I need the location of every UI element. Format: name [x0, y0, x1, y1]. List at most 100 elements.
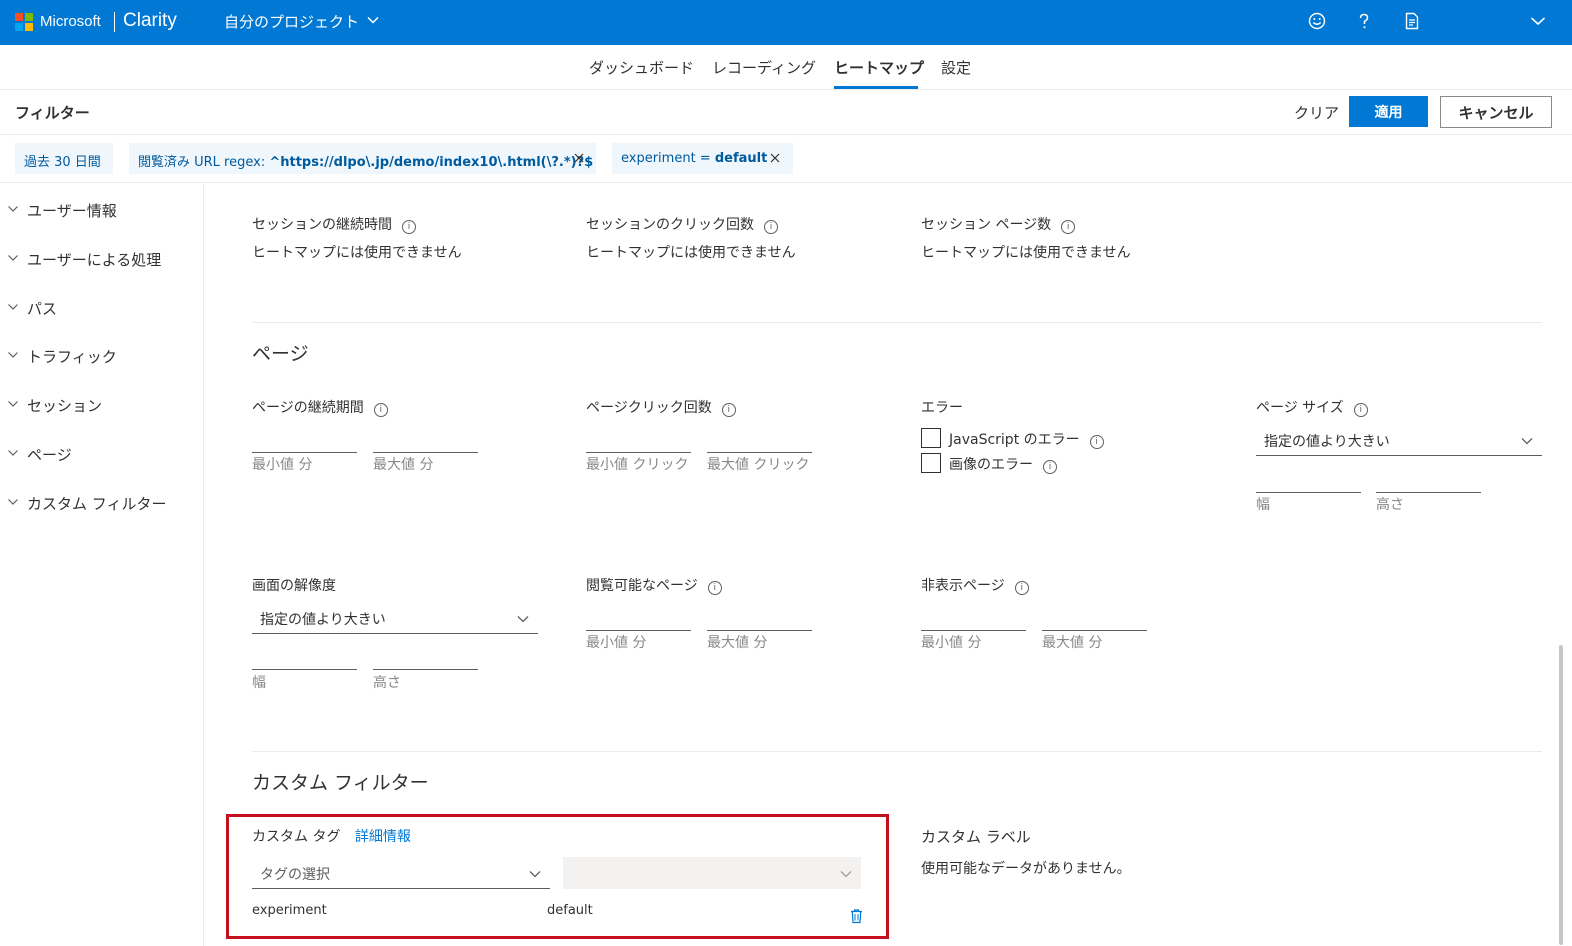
- height-hint: 高さ: [1376, 497, 1404, 513]
- chip-value: default: [714, 151, 768, 166]
- clear-button[interactable]: クリア: [1294, 102, 1339, 123]
- sidebar-item-path[interactable]: パス: [7, 298, 57, 319]
- chip-label: experiment =: [621, 151, 715, 166]
- sidebar-item-session[interactable]: セッション: [7, 395, 102, 416]
- chevron-down-icon: [1521, 438, 1533, 445]
- section-divider: [252, 751, 1542, 752]
- session-pages-value: ヒートマップには使用できません: [921, 245, 1131, 261]
- min-clicks-hint: 最小値 クリック: [586, 457, 689, 473]
- chip-label: 過去 30 日間: [24, 155, 101, 170]
- info-icon[interactable]: i: [1061, 220, 1076, 234]
- active-tab-indicator: [834, 86, 918, 89]
- help-icon[interactable]: [1354, 11, 1374, 31]
- info-icon[interactable]: i: [1089, 435, 1104, 449]
- close-icon[interactable]: [572, 151, 586, 165]
- info-icon[interactable]: i: [373, 403, 388, 417]
- project-selector[interactable]: 自分のプロジェクト: [224, 11, 359, 32]
- sidebar-item-label: ユーザーによる処理: [27, 251, 162, 269]
- page-size-label: ページ サイズ i: [1256, 397, 1368, 417]
- info-icon[interactable]: i: [1043, 460, 1057, 474]
- top-app-bar: Microsoft Clarity 自分のプロジェクト: [0, 0, 1572, 45]
- page-duration-min-input[interactable]: [252, 452, 357, 453]
- errors-label: エラー: [921, 400, 963, 416]
- min-minutes-hint: 最小値 分: [252, 457, 313, 473]
- chevron-down-icon: [8, 401, 18, 407]
- session-duration-value: ヒートマップには使用できません: [252, 245, 462, 261]
- tag-key: experiment: [252, 903, 327, 918]
- page-clicks-label: ページクリック回数 i: [586, 397, 736, 417]
- page-size-width-input[interactable]: [1256, 492, 1361, 493]
- tag-value-dropdown: [563, 857, 861, 889]
- session-clicks-value: ヒートマップには使用できません: [586, 245, 796, 261]
- brand-product[interactable]: Clarity: [123, 10, 177, 32]
- page-size-height-input[interactable]: [1376, 492, 1481, 493]
- no-data-message: 使用可能なデータがありません。: [921, 861, 1131, 877]
- dropdown-value: 指定の値より大きい: [260, 612, 386, 628]
- visible-page-label: 閲覧可能なページ i: [586, 575, 722, 595]
- chevron-down-icon[interactable]: [1528, 11, 1548, 31]
- image-error-label: 画像のエラー i: [949, 454, 1057, 474]
- hidden-page-min-input[interactable]: [921, 630, 1026, 631]
- date-range-chip[interactable]: 過去 30 日間: [15, 143, 113, 174]
- page-duration-max-input[interactable]: [373, 452, 478, 453]
- trash-icon[interactable]: [849, 908, 864, 924]
- chevron-down-icon: [8, 499, 18, 505]
- max-minutes-hint: 最大値 分: [373, 457, 434, 473]
- tab-settings[interactable]: 設定: [941, 57, 971, 78]
- smiley-icon[interactable]: [1307, 11, 1327, 31]
- resolution-width-input[interactable]: [252, 669, 357, 670]
- tag-value: default: [547, 903, 593, 918]
- js-error-label: JavaScript のエラー i: [949, 429, 1104, 449]
- chevron-down-icon: [8, 206, 18, 212]
- sidebar-item-custom-filter[interactable]: カスタム フィルター: [7, 493, 166, 514]
- hidden-page-max-input[interactable]: [1042, 630, 1147, 631]
- close-icon[interactable]: [768, 151, 782, 165]
- info-icon[interactable]: i: [707, 581, 722, 595]
- custom-tag-label: カスタム タグ 詳細情報: [252, 829, 411, 845]
- apply-button[interactable]: 適用: [1349, 96, 1428, 127]
- sidebar-item-traffic[interactable]: トラフィック: [7, 346, 117, 367]
- chevron-down-icon: [517, 616, 529, 623]
- dropdown-value: 指定の値より大きい: [1264, 434, 1390, 450]
- experiment-filter-chip[interactable]: experiment = default: [612, 143, 793, 174]
- page-clicks-min-input[interactable]: [586, 452, 691, 453]
- max-minutes-hint: 最大値 分: [1042, 635, 1103, 651]
- chip-label: 閲覧済み URL regex:: [138, 155, 270, 170]
- info-icon[interactable]: i: [1014, 581, 1029, 595]
- visible-page-max-input[interactable]: [707, 630, 812, 631]
- sidebar-item-user-info[interactable]: ユーザー情報: [7, 200, 117, 221]
- min-minutes-hint: 最小値 分: [586, 635, 647, 651]
- document-icon[interactable]: [1402, 11, 1422, 31]
- chevron-down-icon: [8, 352, 18, 358]
- sidebar-item-label: パス: [27, 300, 58, 318]
- cancel-button[interactable]: キャンセル: [1440, 96, 1552, 128]
- page-clicks-max-input[interactable]: [707, 452, 812, 453]
- info-icon[interactable]: i: [721, 403, 736, 417]
- tab-recordings[interactable]: レコーディング: [712, 57, 816, 78]
- microsoft-logo-icon: [15, 13, 33, 31]
- custom-label-title: カスタム ラベル: [921, 828, 1031, 846]
- scrollbar-thumb[interactable]: [1559, 645, 1563, 945]
- more-info-link[interactable]: 詳細情報: [355, 829, 411, 845]
- filter-sidebar: ユーザー情報 ユーザーによる処理 パス トラフィック セッション ページ カスタ…: [0, 184, 204, 946]
- chevron-down-icon: [840, 871, 852, 878]
- tab-dashboard[interactable]: ダッシュボード: [589, 57, 694, 78]
- info-icon[interactable]: i: [402, 220, 416, 234]
- info-icon[interactable]: i: [1353, 403, 1368, 417]
- chevron-down-icon: [8, 304, 18, 310]
- js-error-checkbox[interactable]: [921, 428, 941, 448]
- page-section-title: ページ: [252, 343, 309, 365]
- url-filter-chip[interactable]: 閲覧済み URL regex: ^https://dlpo\.jp/demo/i…: [129, 143, 596, 174]
- visible-page-min-input[interactable]: [586, 630, 691, 631]
- sidebar-item-page[interactable]: ページ: [7, 444, 72, 465]
- chevron-down-icon[interactable]: [366, 13, 380, 27]
- tab-heatmaps[interactable]: ヒートマップ: [834, 57, 924, 78]
- image-error-checkbox[interactable]: [921, 453, 941, 473]
- resolution-height-input[interactable]: [373, 669, 478, 670]
- chevron-down-icon: [8, 450, 18, 456]
- page-size-dropdown[interactable]: 指定の値より大きい: [1256, 424, 1542, 456]
- tag-select-dropdown[interactable]: タグの選択: [252, 857, 550, 889]
- info-icon[interactable]: i: [764, 220, 778, 234]
- resolution-dropdown[interactable]: 指定の値より大きい: [252, 602, 538, 634]
- sidebar-item-user-actions[interactable]: ユーザーによる処理: [7, 249, 161, 270]
